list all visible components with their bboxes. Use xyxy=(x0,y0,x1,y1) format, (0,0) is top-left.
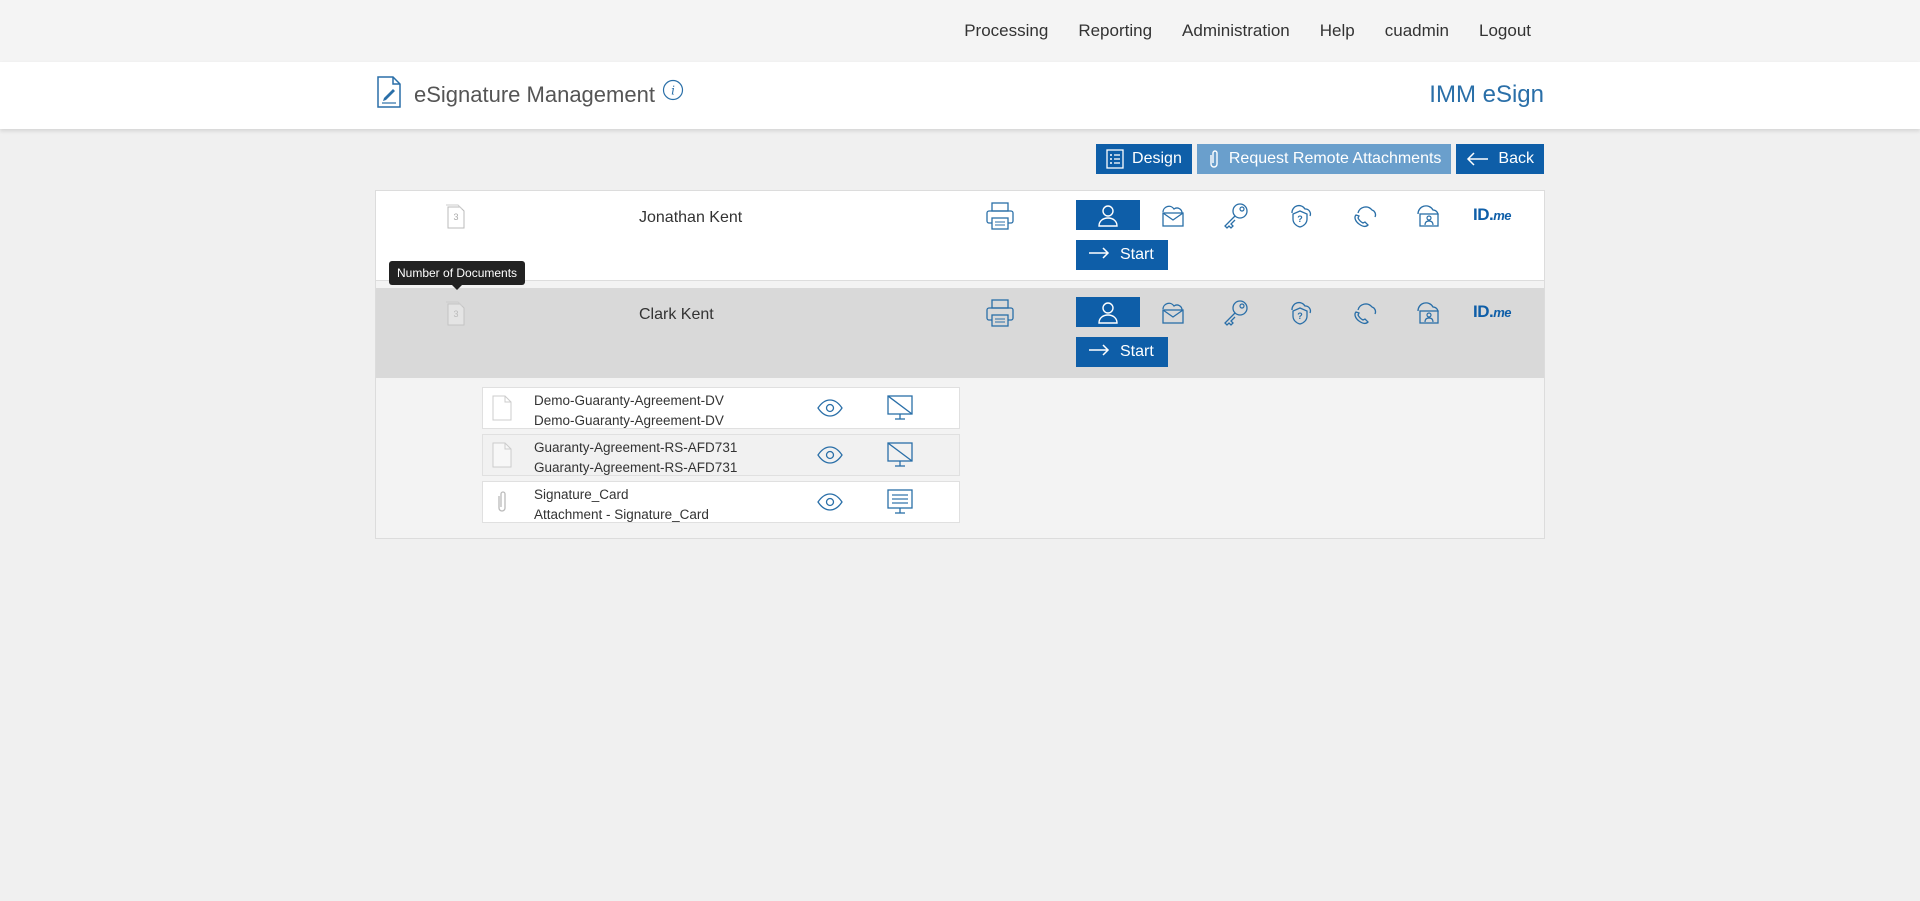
document-list: Demo-Guaranty-Agreement-DV Demo-Guaranty-… xyxy=(482,387,960,528)
document-name: Demo-Guaranty-Agreement-DV Demo-Guaranty-… xyxy=(534,391,724,431)
document-icon xyxy=(491,394,513,427)
password-key-icon[interactable] xyxy=(1204,297,1268,327)
document-subtitle: Guaranty-Agreement-RS-AFD731 xyxy=(534,460,738,475)
signer-row: 3 Clark Kent ? ID. me Start xyxy=(376,288,1544,378)
back-button[interactable]: Back xyxy=(1456,144,1544,174)
email-icon[interactable] xyxy=(1140,297,1204,327)
email-icon[interactable] xyxy=(1140,200,1204,230)
printer-icon[interactable] xyxy=(985,298,1015,333)
paperclip-icon xyxy=(491,488,513,521)
document-title: Signature_Card xyxy=(534,487,629,502)
document-count-icon[interactable]: 3 xyxy=(444,203,466,234)
kba-question-icon[interactable]: ? xyxy=(1268,297,1332,327)
nav-user[interactable]: cuadmin xyxy=(1385,21,1449,41)
checklist-icon xyxy=(1106,149,1124,169)
start-button-label: Start xyxy=(1120,343,1154,360)
document-name: Signature_Card Attachment - Signature_Car… xyxy=(534,485,709,525)
info-icon[interactable]: i xyxy=(662,79,684,106)
document-name: Guaranty-Agreement-RS-AFD731 Guaranty-Agr… xyxy=(534,438,737,478)
in-person-icon[interactable] xyxy=(1076,297,1140,327)
kba-question-icon[interactable]: ? xyxy=(1268,200,1332,230)
start-button[interactable]: Start xyxy=(1076,240,1168,270)
document-icon xyxy=(491,441,513,474)
esign-document-icon xyxy=(376,76,402,113)
tooltip: Number of Documents xyxy=(389,261,526,290)
document-count: 3 xyxy=(453,212,458,222)
list-item: Demo-Guaranty-Agreement-DV Demo-Guaranty-… xyxy=(482,387,960,429)
eye-icon[interactable] xyxy=(817,446,843,469)
page-header: eSignature Management i IMM eSign xyxy=(0,62,1920,129)
password-key-icon[interactable] xyxy=(1204,200,1268,230)
idme-suffix: me xyxy=(1493,207,1512,223)
page-title: eSignature Management xyxy=(414,82,655,107)
document-count-icon[interactable]: 3 xyxy=(444,300,466,331)
phone-icon[interactable] xyxy=(1332,297,1396,327)
phone-icon[interactable] xyxy=(1332,200,1396,230)
arrow-right-icon xyxy=(1088,246,1110,264)
signer-name: Jonathan Kent xyxy=(639,209,743,226)
nav-administration[interactable]: Administration xyxy=(1182,21,1290,41)
in-person-icon[interactable] xyxy=(1076,200,1140,230)
list-item: Guaranty-Agreement-RS-AFD731 Guaranty-Agr… xyxy=(482,434,960,476)
document-title: Demo-Guaranty-Agreement-DV xyxy=(534,393,724,408)
idme-main: ID. xyxy=(1472,205,1494,224)
top-navigation: Processing Reporting Administration Help… xyxy=(0,0,1920,62)
idme-logo[interactable]: ID. me xyxy=(1460,200,1524,230)
auth-methods: ? ID. me xyxy=(1076,297,1524,327)
svg-text:i: i xyxy=(671,84,675,98)
request-remote-attachments-label: Request Remote Attachments xyxy=(1228,150,1442,167)
no-display-icon[interactable] xyxy=(886,441,914,474)
signer-row: 3 Jonathan Kent ? ID. me Start xyxy=(376,191,1544,281)
idme-suffix: me xyxy=(1493,304,1512,320)
arrow-left-icon xyxy=(1466,152,1490,166)
eye-icon[interactable] xyxy=(817,493,843,516)
nav-processing[interactable]: Processing xyxy=(964,21,1048,41)
list-item: Signature_Card Attachment - Signature_Car… xyxy=(482,481,960,523)
no-display-icon[interactable] xyxy=(886,394,914,427)
auth-methods: ? ID. me xyxy=(1076,200,1524,230)
nav-help[interactable]: Help xyxy=(1320,21,1355,41)
paperclip-icon xyxy=(1207,149,1221,169)
start-button[interactable]: Start xyxy=(1076,337,1168,367)
brand-name: IMM eSign xyxy=(1429,81,1544,108)
signer-name: Clark Kent xyxy=(639,306,714,323)
arrow-right-icon xyxy=(1088,343,1110,361)
design-button[interactable]: Design xyxy=(1096,144,1192,174)
idme-main: ID. xyxy=(1472,302,1494,321)
back-button-label: Back xyxy=(1498,150,1534,167)
eye-icon[interactable] xyxy=(817,399,843,422)
start-button-label: Start xyxy=(1120,246,1154,263)
nav-reporting[interactable]: Reporting xyxy=(1078,21,1152,41)
document-title: Guaranty-Agreement-RS-AFD731 xyxy=(534,440,738,455)
toolbar: Design Request Remote Attachments Back xyxy=(1096,144,1544,174)
document-subtitle: Demo-Guaranty-Agreement-DV xyxy=(534,413,724,428)
document-count: 3 xyxy=(453,309,458,319)
request-remote-attachments-button[interactable]: Request Remote Attachments xyxy=(1196,144,1452,174)
printer-icon[interactable] xyxy=(985,201,1015,236)
remote-id-icon[interactable] xyxy=(1396,297,1460,327)
nav-links: Processing Reporting Administration Help… xyxy=(964,0,1531,62)
design-button-label: Design xyxy=(1132,150,1182,167)
document-subtitle: Attachment - Signature_Card xyxy=(534,507,709,522)
remote-id-icon[interactable] xyxy=(1396,200,1460,230)
nav-logout[interactable]: Logout xyxy=(1479,21,1531,41)
idme-logo[interactable]: ID. me xyxy=(1460,297,1524,327)
svg-text:?: ? xyxy=(1297,311,1303,321)
svg-text:?: ? xyxy=(1297,214,1303,224)
display-text-icon[interactable] xyxy=(886,488,914,521)
